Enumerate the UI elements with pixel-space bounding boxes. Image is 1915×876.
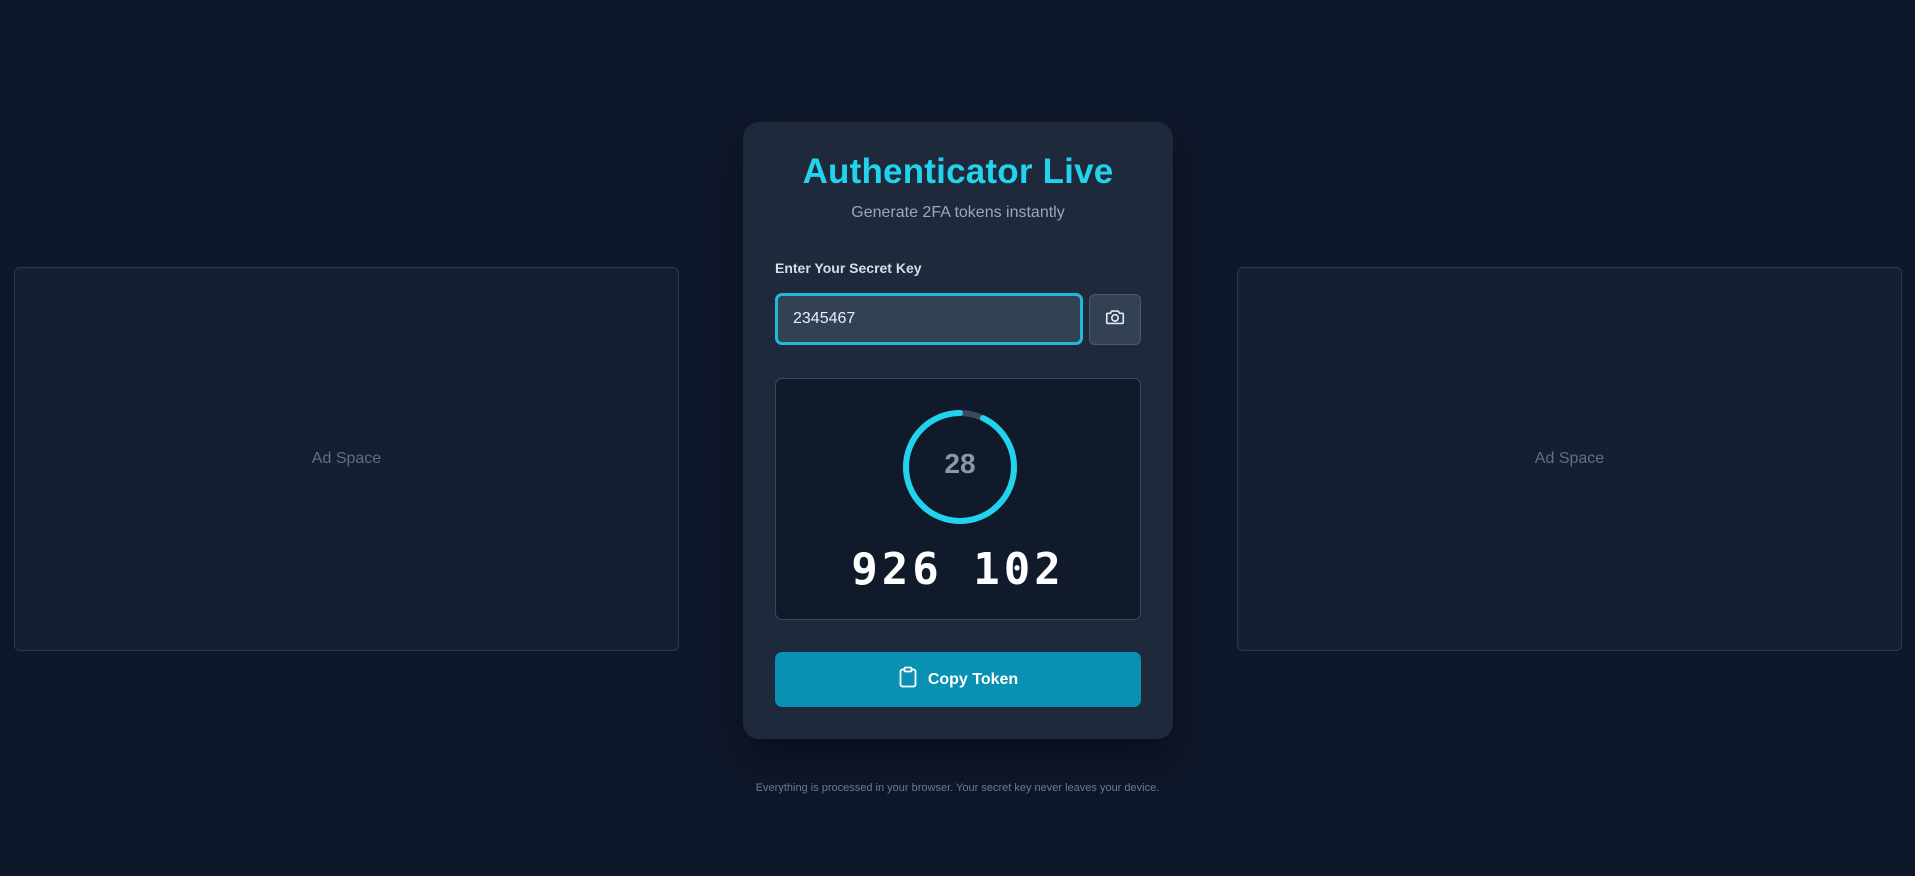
ad-space-left-label: Ad Space	[311, 450, 382, 467]
camera-icon	[1104, 306, 1126, 333]
token-display: 28 926 102	[775, 378, 1141, 620]
scan-qr-button[interactable]	[1089, 294, 1141, 345]
token-code: 926 102	[851, 544, 1065, 595]
copy-token-button[interactable]: Copy Token	[775, 652, 1141, 707]
ad-space-right: Ad Space	[1237, 267, 1902, 651]
page-title: Authenticator Live	[802, 152, 1114, 191]
authenticator-card: Authenticator Live Generate 2FA tokens i…	[743, 122, 1173, 739]
ad-space-right-label: Ad Space	[1534, 450, 1605, 467]
copy-token-label: Copy Token	[927, 670, 1019, 688]
ad-space-left: Ad Space	[14, 267, 679, 651]
page-subtitle: Generate 2FA tokens instantly	[851, 204, 1065, 221]
countdown-timer: 28	[901, 408, 1019, 526]
clipboard-icon	[898, 666, 918, 693]
page: Ad Space Authenticator Live Generate 2FA…	[0, 0, 1915, 876]
countdown-seconds: 28	[944, 448, 976, 479]
secret-key-label: Enter Your Secret Key	[775, 260, 922, 276]
secret-key-input[interactable]	[775, 293, 1083, 345]
privacy-footer: Everything is processed in your browser.…	[755, 782, 1160, 794]
